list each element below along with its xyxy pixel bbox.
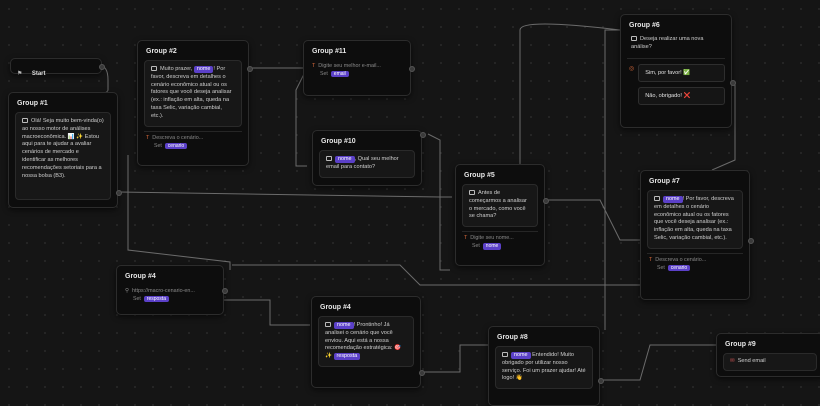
- text-input-icon: T: [649, 256, 653, 263]
- text-bubble[interactable]: Muito prazer, nome! Por favor, descreva …: [144, 60, 242, 127]
- chat-icon: [326, 156, 332, 162]
- group-title: Group #10: [321, 138, 356, 145]
- group-4-webhook[interactable]: Group #4 ⚲ https://macro-cenario-en... Se…: [116, 265, 224, 315]
- group-5[interactable]: Group #5 Antes de começarmos a analisar …: [455, 164, 545, 266]
- variable-tag: cenario: [667, 264, 691, 272]
- set-label: Set: [657, 264, 665, 271]
- connector-dot[interactable]: [420, 132, 426, 138]
- input-placeholder: Digite seu nome...: [470, 235, 514, 242]
- group-title: Group #8: [497, 334, 528, 341]
- text-bubble[interactable]: nome, Qual seu melhor email para contato…: [319, 150, 415, 178]
- text-bubble[interactable]: nome! Por favor, descreva em detalhes o …: [647, 190, 743, 249]
- set-label: Set: [320, 71, 328, 77]
- connector-dot[interactable]: [730, 80, 736, 86]
- variable-tag: nome: [193, 66, 214, 73]
- webhook-url: https://macro-cenario-en...: [131, 288, 195, 294]
- chat-icon: [502, 352, 508, 358]
- webhook-block[interactable]: ⚲ https://macro-cenario-en...: [123, 285, 217, 294]
- mail-icon: ✉: [730, 358, 735, 364]
- group-title: Group #5: [464, 172, 495, 179]
- variable-tag: nome: [335, 156, 355, 163]
- group-title: Group #7: [649, 178, 680, 185]
- input-placeholder: Descreva o cenário...: [655, 256, 707, 263]
- set-label: Set: [133, 296, 141, 302]
- set-variable-row: Set nome: [462, 241, 538, 250]
- connector-dot[interactable]: [222, 288, 228, 294]
- connector-dot[interactable]: [748, 238, 754, 244]
- connector-dot[interactable]: [409, 66, 415, 72]
- connector-dot[interactable]: [598, 378, 604, 384]
- variable-tag: resposta: [333, 353, 361, 361]
- message-text: Antes de começarmos a analisar o mercado…: [469, 190, 527, 220]
- send-email-block[interactable]: ✉ Send email: [723, 353, 817, 371]
- chat-icon: [469, 190, 475, 196]
- chat-icon: [325, 322, 331, 328]
- group-7[interactable]: Group #7 nome! Por favor, descreva em de…: [640, 170, 750, 300]
- chat-icon: [22, 118, 28, 124]
- choice-no-button[interactable]: Não, obrigado! ❌: [638, 86, 725, 105]
- group-4-message[interactable]: Group #4 nome! Prontinho! Já analisei o …: [311, 296, 421, 388]
- group-title: Group #4: [320, 304, 351, 311]
- set-label: Set: [472, 243, 480, 250]
- start-node[interactable]: ⚑ Start: [10, 58, 102, 77]
- input-placeholder: Descreva o cenário...: [152, 134, 204, 141]
- choice-yes-button[interactable]: Sim, por favor! ✅: [638, 63, 725, 82]
- input-placeholder: Digite seu melhor e-mail...: [318, 63, 381, 69]
- text-input-block[interactable]: T Descreva o cenário...: [144, 132, 242, 141]
- set-variable-row: Set cenario: [647, 263, 743, 272]
- text-bubble[interactable]: Antes de começarmos a analisar o mercado…: [462, 184, 538, 228]
- variable-tag: nome: [663, 196, 683, 203]
- set-variable-row: Set cenario: [144, 141, 242, 149]
- connector-dot[interactable]: [419, 370, 425, 376]
- group-title: Group #9: [725, 341, 756, 348]
- group-11[interactable]: Group #11 T Digite seu melhor e-mail... S…: [303, 40, 411, 96]
- group-title: Group #2: [146, 48, 177, 55]
- variable-tag: email: [330, 71, 349, 78]
- set-variable-row: Set email: [310, 69, 404, 78]
- group-title: Group #6: [629, 22, 660, 29]
- text-input-icon: T: [146, 134, 150, 141]
- group-1[interactable]: Group #1 Olá! Seja muito bem-vinda(o) ao…: [8, 92, 118, 208]
- flag-icon: ⚑: [17, 71, 23, 77]
- variable-tag: nome: [334, 322, 354, 329]
- group-title: Group #4: [125, 273, 156, 280]
- webhook-icon: ⚲: [125, 288, 129, 294]
- action-label: Send email: [737, 358, 766, 364]
- question-text: Deseja realizar uma nova análise?: [631, 36, 704, 50]
- text-bubble[interactable]: nome Entendido! Muito obrigado por utili…: [495, 346, 593, 390]
- text-input-icon: T: [312, 63, 316, 69]
- set-label: Set: [154, 142, 162, 149]
- chat-icon: [151, 66, 157, 72]
- text-bubble[interactable]: Olá! Seja muito bem-vinda(o) ao nosso mo…: [15, 112, 111, 200]
- group-6[interactable]: Group #6 Deseja realizar uma nova anális…: [620, 14, 732, 128]
- set-variable-row: Set resposta: [123, 294, 217, 303]
- chat-icon: [654, 196, 660, 202]
- message-text: Olá! Seja muito bem-vinda(o) ao nosso mo…: [22, 118, 104, 179]
- connector-dot[interactable]: [99, 64, 105, 70]
- connector-dot[interactable]: [116, 190, 122, 196]
- variable-tag: nome: [482, 243, 502, 250]
- variable-tag: cenario: [164, 142, 188, 149]
- variable-tag: resposta: [143, 296, 169, 303]
- group-2[interactable]: Group #2 Muito prazer, nome! Por favor, …: [137, 40, 249, 166]
- group-8[interactable]: Group #8 nome Entendido! Muito obrigado …: [488, 326, 600, 406]
- connector-dot[interactable]: [543, 198, 549, 204]
- message-prefix: Muito prazer,: [160, 66, 193, 72]
- message-text: ! Por favor, descreva em detalhes o cená…: [151, 66, 232, 119]
- variable-tag: nome: [511, 352, 531, 359]
- group-9[interactable]: Group #9 ✉ Send email: [716, 333, 820, 377]
- text-bubble[interactable]: nome! Prontinho! Já analisei o cenário q…: [318, 316, 414, 367]
- text-input-block[interactable]: T Descreva o cenário...: [647, 254, 743, 263]
- text-input-block[interactable]: T Digite seu melhor e-mail...: [310, 60, 404, 69]
- text-input-icon: T: [464, 235, 468, 242]
- group-title: Group #11: [312, 48, 347, 55]
- text-input-block[interactable]: T Digite seu nome...: [462, 232, 538, 241]
- group-title: Group #1: [17, 100, 48, 107]
- connector-dot[interactable]: [247, 66, 253, 72]
- start-label: Start: [31, 71, 46, 77]
- choice-icon: ◎: [629, 65, 635, 72]
- text-bubble[interactable]: Deseja realizar uma nova análise?: [627, 34, 725, 54]
- group-10[interactable]: Group #10 nome, Qual seu melhor email pa…: [312, 130, 422, 186]
- chat-icon: [631, 36, 637, 42]
